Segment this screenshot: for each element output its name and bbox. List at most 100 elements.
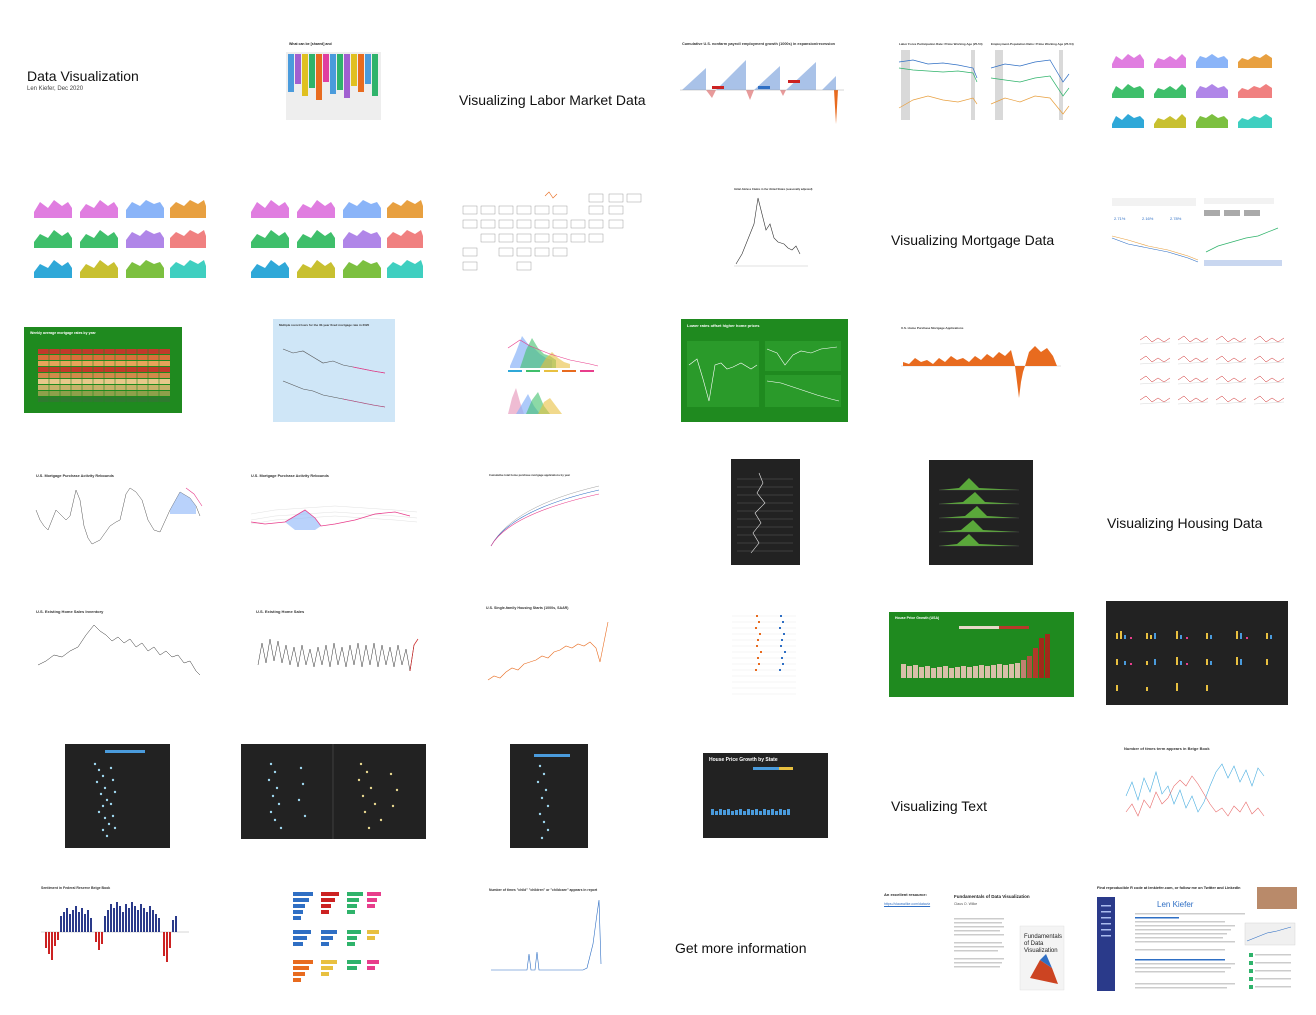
slide-title-labor[interactable]: Visualizing Labor Market Data — [452, 80, 652, 120]
slide-thumb-fundamentals[interactable]: An excellent resource: https://clauswilk… — [880, 888, 1070, 992]
purchase-multiples-chart — [1139, 335, 1285, 405]
lfpr-chart — [898, 50, 978, 120]
slide-thumb-multiples-2[interactable] — [30, 178, 210, 282]
slide-thumb-housing-starts[interactable]: U.S. Single-family Housing Starts (1000s… — [480, 602, 620, 702]
slide-thumb-beige-sentiment[interactable]: Sentiment in Federal Reserve Beige Book — [35, 882, 195, 986]
initial-claims-chart — [734, 197, 808, 267]
slide-thumb-lfpr[interactable]: Labor Force Participation Rate: Prime Wo… — [893, 38, 983, 130]
slide-thumb-house-price-usa[interactable]: House Price Growth (USA) — [889, 612, 1074, 697]
slide-title: Visualizing Mortgage Data — [891, 232, 1055, 248]
slide-subtitle: Len Kiefer, Dec 2020 — [27, 85, 84, 92]
lower-rates-chart — [687, 341, 841, 407]
chart-title: U.S. Mortgage Purchase Activity Rebounds — [36, 474, 114, 478]
svg-text:Fundamentals: Fundamentals — [1024, 934, 1062, 940]
slide-grid: Data Visualization Len Kiefer, Dec 2020 … — [0, 0, 1316, 1015]
svg-text:What can be [shared] and: What can be [shared] and — [289, 42, 332, 46]
housing-starts-chart — [487, 621, 609, 681]
slide-thumb-mortgage-heatmap[interactable]: Weekly average mortgage rates by year — [24, 327, 182, 413]
chart-title: U.S. Home Purchase Mortgage Applications — [901, 326, 964, 330]
slide-title-data-visualization[interactable]: Data Visualization Len Kiefer, Dec 2020 — [20, 37, 220, 122]
slide-thumb-mortgage-30yr[interactable]: Multiple record lows for the 30-year fix… — [273, 319, 395, 422]
purchase-rebound-chart — [35, 487, 203, 545]
resource-label: An excellent resource: — [884, 892, 927, 897]
slide-thumb-state-list[interactable] — [728, 600, 800, 706]
find-code-text: Find reproducible R code at lenkiefer.co… — [1097, 886, 1241, 890]
slide-thumb-existing-inventory[interactable]: U.S. Existing Home Sales Inventory — [30, 605, 210, 693]
slide-title: Visualizing Housing Data — [1107, 515, 1263, 531]
chart-title: Cumulative U.S. nonfarm payroll employme… — [682, 42, 835, 46]
slide-title-info[interactable]: Get more information — [668, 928, 868, 968]
slide-thumb-house-price-state[interactable]: House Price Growth by State — [703, 753, 828, 838]
chart-title: Weekly average mortgage rates by year — [30, 331, 96, 335]
slide-thumb-state-dots-2[interactable] — [241, 744, 426, 839]
slide-thumb-lower-rates[interactable]: Lower rates offset higher home prices — [681, 319, 848, 422]
chart-title: Lower rates offset higher home prices — [687, 323, 760, 328]
slide-title-mortgage[interactable]: Visualizing Mortgage Data — [884, 220, 1084, 260]
slide-thumb-beige-count[interactable]: Number of times term appears in Beige Bo… — [1118, 742, 1278, 846]
weekly-ridges-chart — [939, 478, 1019, 547]
mortgage-30yr-chart — [282, 348, 386, 408]
chart-title: Number of times "child" "children" or "c… — [489, 888, 598, 892]
chart-title: U.S. Existing Home Sales Inventory — [36, 609, 104, 614]
house-price-state-chart — [711, 767, 793, 815]
state-list-chart — [732, 615, 796, 695]
state-grid-chart — [462, 191, 642, 271]
slide-thumb-state-dots-3[interactable] — [510, 744, 588, 848]
slide-title-text[interactable]: Visualizing Text — [884, 786, 1084, 826]
slide-thumb-purchase-multiples[interactable] — [1136, 318, 1289, 421]
epop-chart — [990, 50, 1070, 120]
slide-thumb-mortgage-dashboard[interactable]: 2.71% 2.16% 2.78% — [1108, 176, 1288, 276]
resource-link[interactable]: https://clauswilke.com/dataviz — [884, 902, 930, 906]
slide-thumb-weekly-ridges-1[interactable] — [731, 459, 800, 565]
slide-thumb-purchase-apps[interactable]: U.S. Home Purchase Mortgage Applications — [895, 322, 1068, 414]
rate-distribution-chart — [507, 336, 599, 414]
word-bars-chart — [293, 892, 381, 982]
chart-title: U.S. Existing Home Sales — [256, 609, 305, 614]
existing-sales-chart — [257, 638, 419, 672]
svg-text:2.78%: 2.78% — [1170, 216, 1182, 221]
chart-title: House Price Growth (USA) — [895, 616, 940, 620]
book-author: Claus O. Wilke — [954, 902, 978, 906]
state-dots-chart — [267, 744, 399, 839]
slide-thumb-child-count[interactable]: Number of times "child" "children" or "c… — [483, 884, 613, 990]
beige-sentiment-chart — [41, 902, 189, 962]
cumulative-apps-chart — [490, 485, 600, 547]
slide-thumb-color-bars[interactable]: What can be [shared] and — [286, 38, 381, 120]
slide-thumb-epop[interactable]: Employment-Population Ratio: Prime Worki… — [985, 38, 1075, 130]
slide-thumb-weekly-ridges-2[interactable] — [929, 460, 1033, 565]
website-screenshot: Len Kiefer — [1097, 887, 1297, 991]
slide-thumb-state-multiples[interactable] — [1106, 601, 1288, 705]
slide-title: Data Visualization — [27, 67, 139, 84]
beige-count-chart — [1125, 763, 1265, 817]
slide-thumb-payroll[interactable]: Cumulative U.S. nonfarm payroll employme… — [676, 38, 848, 133]
slide-thumb-purchase-rebound-2[interactable]: U.S. Mortgage Purchase Activity Rebounds — [245, 470, 423, 556]
slide-thumb-multiples-3[interactable] — [247, 178, 425, 282]
slide-thumb-purchase-rebound-1[interactable]: U.S. Mortgage Purchase Activity Rebounds — [30, 470, 208, 556]
slide-thumb-existing-sales[interactable]: U.S. Existing Home Sales — [250, 605, 427, 693]
slide-thumb-state-dots-1[interactable] — [65, 744, 170, 848]
small-multiples-chart — [34, 200, 206, 278]
svg-text:Len Kiefer: Len Kiefer — [1157, 900, 1194, 909]
mortgage-dashboard: 2.71% 2.16% 2.78% — [1111, 198, 1282, 266]
chart-title: House Price Growth by State — [709, 757, 778, 763]
slide-thumb-rate-distribution[interactable] — [500, 318, 605, 421]
chart-title: Labor Force Participation Rate: Prime Wo… — [899, 42, 983, 46]
slide-thumb-word-bars[interactable] — [287, 882, 385, 990]
chart-title: Multiple record lows for the 30-year fix… — [279, 323, 370, 327]
slide-thumb-len-kiefer[interactable]: Find reproducible R code at lenkiefer.co… — [1095, 883, 1300, 991]
slide-title: Visualizing Labor Market Data — [459, 92, 646, 108]
slide-title: Get more information — [675, 940, 807, 956]
slide-title-housing[interactable]: Visualizing Housing Data — [1100, 503, 1300, 543]
chart-title: Cumulative total home purchase mortgage … — [489, 474, 571, 477]
slide-thumb-multiples-1[interactable] — [1108, 36, 1286, 134]
payroll-chart — [680, 60, 844, 124]
slide-thumb-initial-claims[interactable]: Initial Jobless Claims in the United Sta… — [728, 184, 814, 272]
slide-title: Visualizing Text — [891, 798, 987, 814]
slide-thumb-state-map[interactable] — [459, 176, 644, 278]
state-dots-chart — [534, 754, 570, 840]
slide-thumb-cumulative-apps[interactable]: Cumulative total home purchase mortgage … — [483, 470, 610, 561]
svg-text:2.71%: 2.71% — [1114, 216, 1126, 221]
weekly-ridges-chart — [737, 472, 793, 554]
svg-text:Visualization: Visualization — [1024, 948, 1058, 954]
color-bars-chart: What can be [shared] and — [286, 38, 381, 120]
